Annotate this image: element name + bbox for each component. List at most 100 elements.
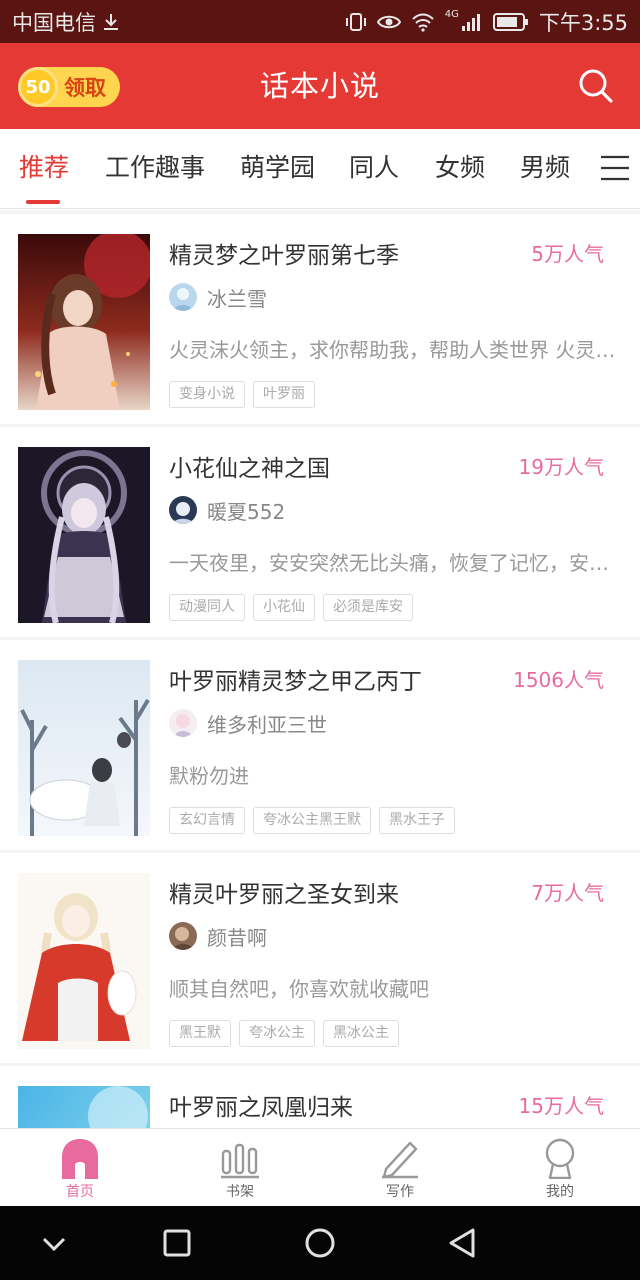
search-icon xyxy=(579,69,613,103)
recent-apps-button[interactable] xyxy=(157,1223,197,1263)
bottom-navigation: 首页 书架 写作 我的 xyxy=(0,1128,640,1206)
download-icon xyxy=(104,13,118,30)
active-tab-indicator xyxy=(26,200,60,204)
book-tag[interactable]: 动漫同人 xyxy=(169,594,245,621)
book-cover-image[interactable] xyxy=(18,234,150,410)
app-header: 话本小说 50 领取 xyxy=(0,43,640,129)
book-description: 一天夜里，安安突然无比头痛，恢复了记忆，安安突然… xyxy=(169,551,623,575)
back-triangle-icon xyxy=(449,1228,475,1258)
search-button[interactable] xyxy=(576,66,616,106)
tab-recommend[interactable]: 推荐 xyxy=(19,129,69,207)
tab-female[interactable]: 女频 xyxy=(435,129,485,207)
book-item[interactable]: 叶罗丽精灵梦之甲乙丙丁 1506人气 维多利亚三世 默粉勿进 玄幻言情 夸冰公主… xyxy=(0,640,640,850)
pencil-icon xyxy=(382,1141,418,1179)
book-title[interactable]: 小花仙之神之国 xyxy=(169,449,330,483)
author-name: 冰兰雪 xyxy=(207,286,267,311)
book-tag[interactable]: 变身小说 xyxy=(169,381,245,408)
author-row[interactable]: 维多利亚三世 xyxy=(169,708,327,738)
eye-icon xyxy=(376,15,401,28)
nav-write-label: 写作 xyxy=(386,1184,414,1200)
tab-cute-academy[interactable]: 萌学园 xyxy=(240,129,315,207)
tag-list: 动漫同人 小花仙 必须是库安 xyxy=(169,594,413,621)
book-tag[interactable]: 夸冰公主 xyxy=(239,1020,315,1047)
tag-list: 玄幻言情 夸冰公主黑王默 黑水王子 xyxy=(169,807,455,834)
home-icon xyxy=(62,1139,98,1179)
nav-write[interactable]: 写作 xyxy=(340,1129,460,1207)
coin-icon: 50 xyxy=(18,67,58,107)
category-tabs: 推荐 工作趣事 萌学园 同人 女频 男频 xyxy=(0,129,640,209)
signal-icon xyxy=(461,13,480,31)
status-bar: 中国电信 4G 下午3:55 xyxy=(0,0,640,43)
reward-claim-label: 领取 xyxy=(64,76,106,100)
popularity-count: 5万人气 xyxy=(531,242,604,266)
book-tag[interactable]: 黑水王子 xyxy=(379,807,455,834)
book-cover-image[interactable] xyxy=(18,660,150,836)
avatar xyxy=(169,709,197,737)
book-item[interactable]: 精灵叶罗丽之圣女到来 7万人气 颜昔啊 顺其自然吧，你喜欢就收藏吧 黑王默 夸冰… xyxy=(0,853,640,1063)
popularity-count: 1506人气 xyxy=(513,668,604,692)
book-item[interactable]: 精灵梦之叶罗丽第七季 5万人气 冰兰雪 火灵沫火领主，求你帮助我，帮助人类世界 … xyxy=(0,214,640,424)
book-description: 火灵沫火领主，求你帮助我，帮助人类世界 火灵沫火领主… xyxy=(169,338,623,362)
network-type: 4G xyxy=(444,8,459,20)
book-title[interactable]: 精灵梦之叶罗丽第七季 xyxy=(169,236,399,270)
carrier-name: 中国电信 xyxy=(12,10,96,35)
author-name: 颜昔啊 xyxy=(207,925,267,950)
author-row[interactable]: 冰兰雪 xyxy=(169,282,267,312)
book-title[interactable]: 叶罗丽之凤凰归来 xyxy=(169,1088,353,1122)
author-name: 维多利亚三世 xyxy=(207,712,327,737)
book-item[interactable]: 叶罗丽之凤凰归来 15万人气 xyxy=(0,1066,640,1128)
home-system-button[interactable] xyxy=(300,1223,340,1263)
reward-claim-button[interactable]: 50 领取 xyxy=(18,67,120,107)
profile-icon xyxy=(545,1138,575,1179)
author-name: 暖夏552 xyxy=(207,499,286,524)
nav-profile[interactable]: 我的 xyxy=(500,1129,620,1207)
book-tag[interactable]: 叶罗丽 xyxy=(253,381,315,408)
book-cover-image[interactable] xyxy=(18,447,150,623)
book-item[interactable]: 小花仙之神之国 19万人气 暖夏552 一天夜里，安安突然无比头痛，恢复了记忆，… xyxy=(0,427,640,637)
system-navigation-bar xyxy=(0,1206,640,1280)
book-title[interactable]: 叶罗丽精灵梦之甲乙丙丁 xyxy=(169,662,422,696)
vibrate-icon xyxy=(345,12,366,31)
square-icon xyxy=(163,1229,191,1257)
book-tag[interactable]: 黑王默 xyxy=(169,1020,231,1047)
author-row[interactable]: 颜昔啊 xyxy=(169,921,267,951)
book-tag[interactable]: 玄幻言情 xyxy=(169,807,245,834)
author-row[interactable]: 暖夏552 xyxy=(169,495,285,525)
tab-fanfiction[interactable]: 同人 xyxy=(349,129,399,207)
book-cover-image[interactable] xyxy=(18,1086,150,1128)
book-list[interactable]: 精灵梦之叶罗丽第七季 5万人气 冰兰雪 火灵沫火领主，求你帮助我，帮助人类世界 … xyxy=(0,210,640,1128)
circle-icon xyxy=(305,1228,335,1258)
reward-amount: 50 xyxy=(25,76,51,98)
book-title[interactable]: 精灵叶罗丽之圣女到来 xyxy=(169,875,399,909)
category-menu-button[interactable] xyxy=(600,153,630,183)
nav-bookshelf[interactable]: 书架 xyxy=(180,1129,300,1207)
avatar xyxy=(169,922,197,950)
chevron-down-icon xyxy=(42,1237,66,1252)
book-tag[interactable]: 黑冰公主 xyxy=(323,1020,399,1047)
book-tag[interactable]: 必须是库安 xyxy=(323,594,413,621)
tab-work-stories[interactable]: 工作趣事 xyxy=(105,129,205,207)
book-tag[interactable]: 小花仙 xyxy=(253,594,315,621)
tab-male[interactable]: 男频 xyxy=(520,129,570,207)
nav-home[interactable]: 首页 xyxy=(20,1129,140,1207)
nav-bookshelf-label: 书架 xyxy=(226,1184,254,1200)
popularity-count: 19万人气 xyxy=(518,455,604,479)
wifi-icon xyxy=(411,13,434,32)
book-tag[interactable]: 夸冰公主黑王默 xyxy=(253,807,371,834)
book-description: 顺其自然吧，你喜欢就收藏吧 xyxy=(169,977,429,1001)
bookshelf-icon xyxy=(221,1143,259,1179)
tag-list: 黑王默 夸冰公主 黑冰公主 xyxy=(169,1020,399,1047)
menu-icon xyxy=(601,155,629,181)
nav-home-label: 首页 xyxy=(66,1184,94,1200)
carrier-info: 中国电信 xyxy=(12,7,120,37)
back-button[interactable] xyxy=(443,1223,483,1263)
hide-nav-button[interactable] xyxy=(34,1223,74,1263)
popularity-count: 15万人气 xyxy=(518,1094,604,1118)
battery-icon xyxy=(492,12,528,31)
popularity-count: 7万人气 xyxy=(531,881,604,905)
tag-list: 变身小说 叶罗丽 xyxy=(169,381,315,408)
nav-profile-label: 我的 xyxy=(546,1184,574,1200)
book-cover-image[interactable] xyxy=(18,873,150,1049)
avatar xyxy=(169,283,197,311)
book-description: 默粉勿进 xyxy=(169,764,249,788)
